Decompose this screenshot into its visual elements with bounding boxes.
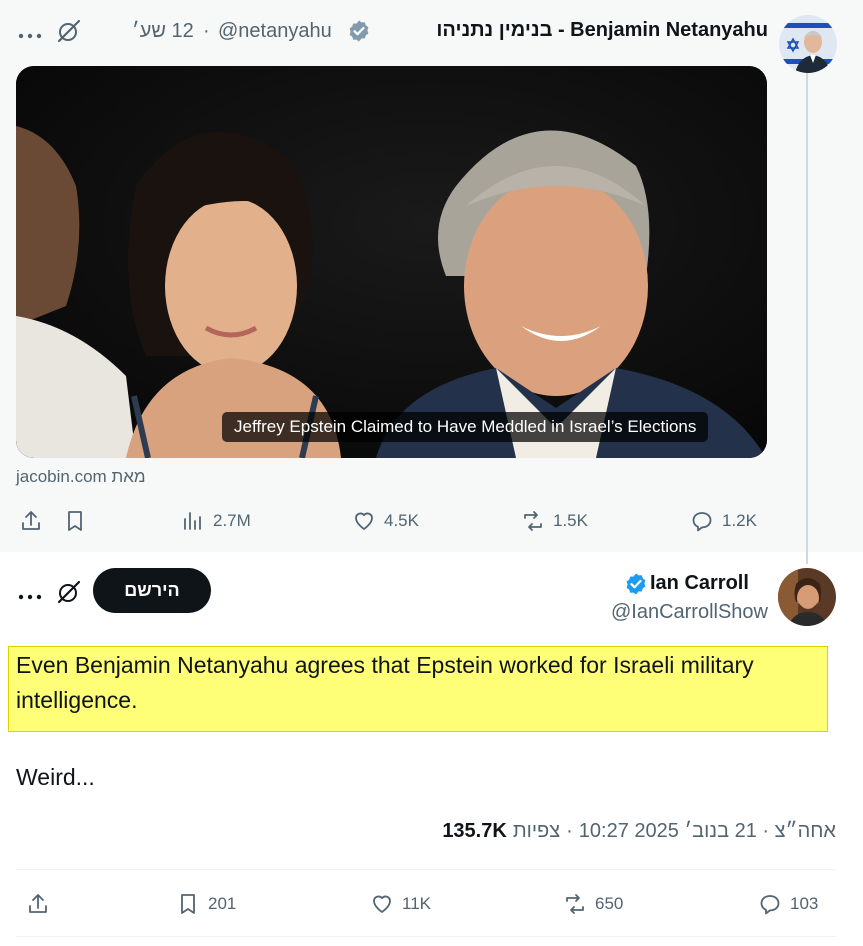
reply-icon (760, 895, 780, 915)
views-icon (184, 512, 201, 530)
share-button[interactable] (19, 509, 43, 533)
more-icon[interactable] (18, 27, 42, 45)
repost-icon (524, 511, 542, 531)
repost-icon (566, 894, 584, 914)
reposts-count: 1.5K (553, 511, 588, 530)
share-icon (29, 894, 47, 913)
reply-icon (692, 512, 712, 532)
ian-carroll-avatar[interactable] (778, 568, 836, 626)
like-button[interactable]: 11K (370, 892, 431, 916)
article-caption: Jeffrey Epstein Claimed to Have Meddled … (222, 412, 709, 442)
subscribe-button[interactable]: הירשם (93, 568, 211, 613)
like-button[interactable]: 4.5K (352, 509, 419, 533)
heart-icon (373, 895, 391, 913)
divider (16, 869, 836, 870)
likes-count: 4.5K (384, 511, 419, 530)
views-button[interactable]: 2.7M (181, 509, 251, 533)
more-icon[interactable] (18, 588, 42, 606)
verified-badge-icon (347, 19, 371, 48)
reply-button[interactable]: 1.2K (690, 509, 757, 533)
tweet-text: Even Benjamin Netanyahu agrees that Epst… (16, 652, 754, 713)
divider (16, 936, 836, 937)
share-button[interactable] (26, 892, 50, 916)
reposts-count: 650 (595, 894, 624, 913)
verified-badge-icon (624, 572, 648, 601)
bookmarks-count: 201 (208, 894, 237, 913)
views-count: 135.7K (442, 820, 507, 842)
article-image[interactable] (16, 66, 767, 458)
tweet-meta: 135.7K צפיות · 10:27 2025 אחה״צ · 21 בנו… (442, 820, 836, 843)
tweet-timestamp[interactable]: 10:27 2025 אחה״צ · 21 בנוב׳ (579, 820, 836, 843)
replies-count: 103 (790, 894, 819, 913)
views-label: צפיות (512, 820, 561, 842)
replies-count: 1.2K (722, 511, 757, 530)
tweet-text-followup: Weird... (16, 764, 95, 790)
author-display-name[interactable]: Ian Carroll (650, 572, 749, 595)
author-handle[interactable]: @IanCarrollShow (602, 601, 768, 624)
heart-icon (355, 512, 373, 530)
grok-icon[interactable] (56, 18, 82, 49)
share-icon (22, 511, 40, 530)
grok-icon[interactable] (56, 579, 82, 610)
quoted-display-name[interactable]: בנימין נתניהו - Benjamin Netanyahu (374, 19, 768, 42)
bookmark-button[interactable]: 201 (176, 892, 236, 916)
link-source[interactable]: מאת jacobin.com (16, 467, 162, 487)
likes-count: 11K (402, 894, 431, 913)
thread-connector-line (806, 72, 808, 564)
bookmark-icon (68, 511, 82, 531)
bookmark-icon (181, 894, 195, 914)
repost-button[interactable]: 1.5K (521, 509, 588, 533)
reply-button[interactable]: 103 (758, 892, 818, 916)
netanyahu-avatar[interactable] (779, 15, 837, 73)
views-count: 2.7M (213, 511, 251, 530)
bookmark-button[interactable] (63, 509, 87, 533)
meta-separator: · (566, 820, 573, 842)
quoted-handle[interactable]: @netanyahu (218, 20, 332, 43)
quoted-time[interactable]: 12 שע׳ (132, 20, 198, 43)
repost-button[interactable]: 650 (563, 892, 623, 916)
meta-separator: · (203, 20, 210, 42)
